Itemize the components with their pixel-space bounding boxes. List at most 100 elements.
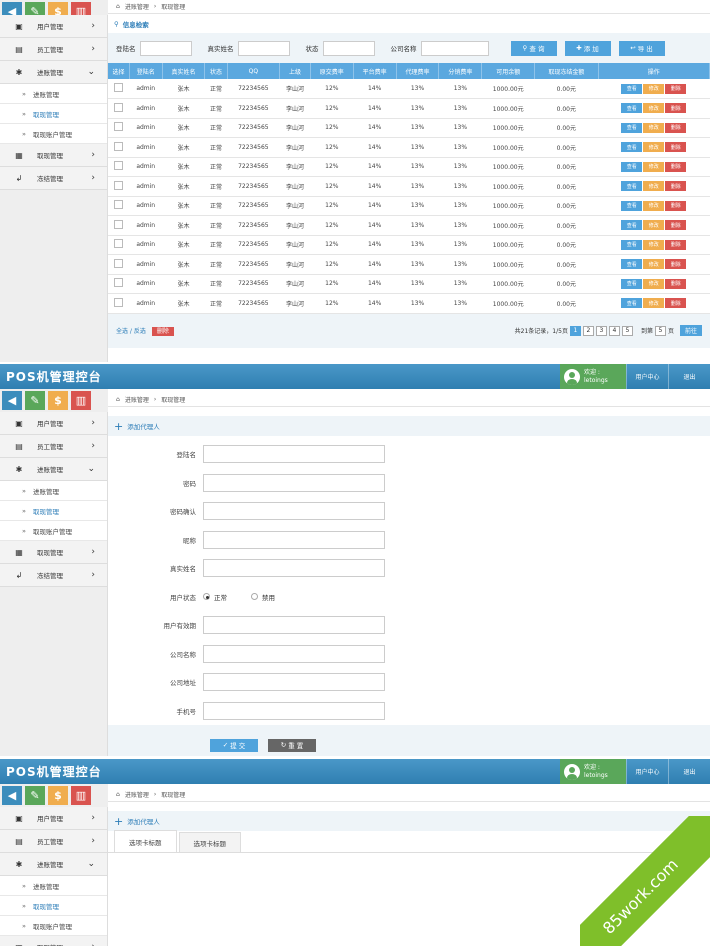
- status-disabled-radio[interactable]: 禁用: [251, 592, 275, 602]
- row-checkbox[interactable]: [114, 200, 124, 210]
- view-button[interactable]: 查看: [621, 220, 643, 231]
- tab-1[interactable]: 选项卡标题: [114, 830, 177, 852]
- query-button[interactable]: ⚲ 查 询: [510, 40, 557, 56]
- delete-button[interactable]: 删除: [665, 142, 687, 153]
- dollar-icon[interactable]: $: [48, 391, 68, 410]
- sidebar-item-withdraw[interactable]: ▦取现管理›: [0, 936, 107, 946]
- sidebar-subitem-income[interactable]: 进账管理: [0, 84, 107, 104]
- chart-icon[interactable]: ▥: [71, 786, 91, 805]
- row-checkbox[interactable]: [114, 297, 124, 307]
- back-icon[interactable]: ◀: [2, 786, 22, 805]
- sidebar-item-freeze[interactable]: ↲ 冻结管理 ›: [0, 167, 107, 190]
- edit-button[interactable]: 修改: [643, 122, 665, 133]
- view-button[interactable]: 查看: [621, 103, 643, 114]
- delete-button[interactable]: 删除: [665, 200, 687, 211]
- delete-button[interactable]: 删除: [665, 103, 687, 114]
- row-checkbox[interactable]: [114, 278, 124, 288]
- select-all-link[interactable]: 全选 / 反选: [116, 328, 146, 335]
- sidebar-item-users[interactable]: ▣ 用户管理 ›: [0, 15, 107, 38]
- sidebar-subitem-withdraw[interactable]: 取现管理: [0, 896, 107, 916]
- sidebar-item-staff[interactable]: ▤ 员工管理 ›: [0, 38, 107, 61]
- sidebar-item-income[interactable]: ✱ 进账管理 ⌄: [0, 458, 107, 481]
- edit-button[interactable]: 修改: [643, 278, 665, 289]
- row-checkbox[interactable]: [114, 180, 124, 190]
- status-input[interactable]: [322, 40, 375, 56]
- delete-button[interactable]: 删除: [665, 259, 687, 270]
- status-normal-radio[interactable]: 正常: [203, 592, 227, 602]
- export-button[interactable]: ↩ 导 出: [618, 40, 665, 56]
- real-name-input[interactable]: [237, 40, 290, 56]
- edit-button[interactable]: 修改: [643, 83, 665, 94]
- chart-icon[interactable]: ▥: [71, 391, 91, 410]
- sidebar-item-withdraw[interactable]: ▦取现管理›: [0, 144, 107, 167]
- login-name-input[interactable]: [139, 40, 192, 56]
- edit-button[interactable]: 修改: [643, 142, 665, 153]
- row-checkbox[interactable]: [114, 122, 124, 132]
- view-button[interactable]: 查看: [621, 161, 643, 172]
- view-button[interactable]: 查看: [621, 259, 643, 270]
- view-button[interactable]: 查看: [621, 142, 643, 153]
- row-checkbox[interactable]: [114, 219, 124, 229]
- delete-button[interactable]: 删除: [665, 239, 687, 250]
- sidebar-subitem-withdraw-accounts[interactable]: 取现账户管理: [0, 124, 107, 144]
- view-button[interactable]: 查看: [621, 181, 643, 192]
- add-button[interactable]: ✚ 添 加: [564, 40, 611, 56]
- back-icon[interactable]: ◀: [2, 391, 22, 410]
- edit-button[interactable]: 修改: [643, 103, 665, 114]
- home-icon[interactable]: ⌂: [116, 396, 120, 403]
- sidebar-subitem-income[interactable]: 进账管理: [0, 481, 107, 501]
- page-2[interactable]: 2: [582, 325, 594, 336]
- sidebar-item-income[interactable]: ✱ 进账管理 ⌄: [0, 853, 107, 876]
- sidebar-subitem-withdraw-accounts[interactable]: 取现账户管理: [0, 916, 107, 936]
- row-checkbox[interactable]: [114, 258, 124, 268]
- edit-button[interactable]: 修改: [643, 161, 665, 172]
- view-button[interactable]: 查看: [621, 122, 643, 133]
- sidebar-item-income[interactable]: ✱ 进账管理 ⌄: [0, 61, 107, 84]
- user-center-button[interactable]: 用户中心: [626, 364, 668, 389]
- sidebar-subitem-withdraw-accounts[interactable]: 取现账户管理: [0, 521, 107, 541]
- delete-button[interactable]: 删除: [665, 181, 687, 192]
- batch-delete-button[interactable]: 删除: [151, 327, 174, 336]
- edit-button[interactable]: 修改: [643, 259, 665, 270]
- view-button[interactable]: 查看: [621, 239, 643, 250]
- nickname-field[interactable]: [203, 530, 385, 549]
- edit-button[interactable]: 修改: [643, 220, 665, 231]
- edit-button[interactable]: 修改: [643, 181, 665, 192]
- view-button[interactable]: 查看: [621, 298, 643, 309]
- valid-period-field[interactable]: [203, 616, 385, 635]
- sidebar-item-withdraw[interactable]: ▦取现管理›: [0, 541, 107, 564]
- goto-button[interactable]: 前往: [679, 325, 702, 336]
- sidebar-item-freeze[interactable]: ↲ 冻结管理 ›: [0, 564, 107, 587]
- company-input[interactable]: [420, 40, 489, 56]
- user-center-button[interactable]: 用户中心: [626, 759, 668, 784]
- goto-page-input[interactable]: 5: [654, 325, 666, 336]
- view-button[interactable]: 查看: [621, 278, 643, 289]
- edit-button[interactable]: 修改: [643, 298, 665, 309]
- row-checkbox[interactable]: [114, 239, 124, 249]
- delete-button[interactable]: 删除: [665, 298, 687, 309]
- page-3[interactable]: 3: [595, 325, 607, 336]
- delete-button[interactable]: 删除: [665, 161, 687, 172]
- sidebar-item-staff[interactable]: ▤ 员工管理 ›: [0, 830, 107, 853]
- edit-button[interactable]: 修改: [643, 200, 665, 211]
- home-icon[interactable]: ⌂: [116, 791, 120, 798]
- delete-button[interactable]: 删除: [665, 278, 687, 289]
- breadcrumb-section[interactable]: 进账管理: [125, 2, 149, 11]
- edit-button[interactable]: 修改: [643, 239, 665, 250]
- login-name-field[interactable]: [203, 445, 385, 464]
- sidebar-subitem-income[interactable]: 进账管理: [0, 876, 107, 896]
- row-checkbox[interactable]: [114, 83, 124, 92]
- real-name-field[interactable]: [203, 559, 385, 578]
- page-5[interactable]: 5: [621, 325, 633, 336]
- row-checkbox[interactable]: [114, 141, 124, 151]
- phone-field[interactable]: [203, 701, 385, 720]
- reset-button[interactable]: ↻ 重 置: [268, 738, 316, 752]
- dollar-icon[interactable]: $: [48, 786, 68, 805]
- sidebar-item-users[interactable]: ▣ 用户管理 ›: [0, 412, 107, 435]
- tab-2[interactable]: 选项卡标题: [178, 832, 241, 852]
- sidebar-item-staff[interactable]: ▤ 员工管理 ›: [0, 435, 107, 458]
- password-confirm-field[interactable]: [203, 502, 385, 521]
- wrench-icon[interactable]: ✎: [25, 391, 45, 410]
- sidebar-subitem-withdraw[interactable]: 取现管理: [0, 104, 107, 124]
- delete-button[interactable]: 删除: [665, 122, 687, 133]
